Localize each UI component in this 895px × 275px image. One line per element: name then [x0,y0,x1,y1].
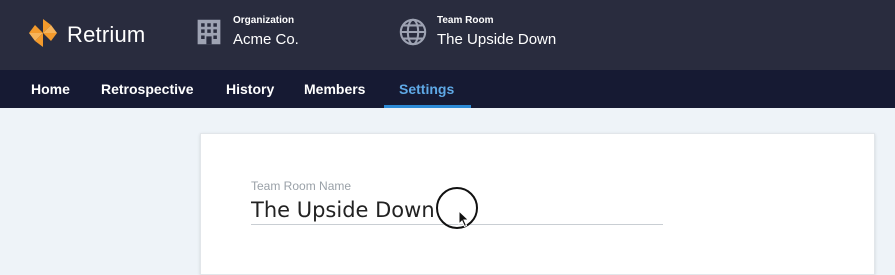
building-icon [193,16,225,48]
retrium-logo-icon [27,17,59,54]
tab-settings[interactable]: Settings [399,70,454,108]
tab-members[interactable]: Members [304,70,365,108]
globe-icon [397,16,429,48]
organization-name: Acme Co. [233,31,299,48]
tab-retrospective[interactable]: Retrospective [101,70,194,108]
team-room-name-label: Team Room Name [251,179,352,193]
active-tab-indicator [384,105,471,108]
top-bar: Retrium Organization Acme Co. Team Room … [0,0,895,70]
brand[interactable]: Retrium [27,17,145,53]
organization-switcher[interactable]: Organization Acme Co. [193,14,299,50]
team-room-name: The Upside Down [437,31,557,48]
tab-history[interactable]: History [226,70,274,108]
main-nav: Home Retrospective History Members Setti… [0,70,895,108]
tab-home[interactable]: Home [31,70,70,108]
organization-caption: Organization [233,15,295,26]
team-room-switcher[interactable]: Team Room The Upside Down [397,14,556,50]
settings-card: Team Room Name [200,133,875,275]
click-indicator [436,187,478,229]
mouse-cursor-icon [458,210,470,228]
team-room-caption: Team Room [437,15,494,26]
brand-name: Retrium [67,22,146,47]
